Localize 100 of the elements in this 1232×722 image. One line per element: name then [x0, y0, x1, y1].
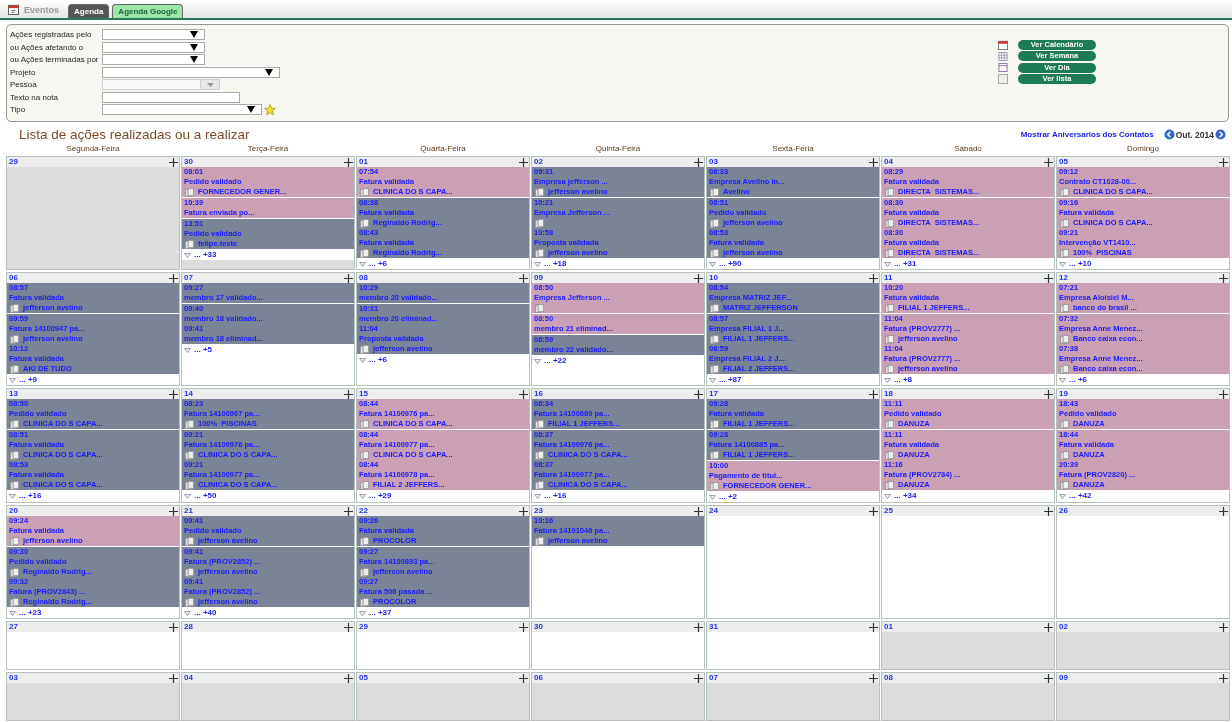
dropdown-field[interactable] [102, 54, 205, 65]
expand-icon[interactable] [359, 261, 366, 267]
add-icon[interactable] [1044, 673, 1053, 683]
dropdown-field[interactable] [102, 29, 205, 40]
add-icon[interactable] [1044, 622, 1053, 632]
day-number[interactable]: 27 [9, 622, 18, 632]
day-number[interactable]: 13 [9, 389, 18, 399]
expand-icon[interactable] [534, 261, 541, 267]
day-number[interactable]: 06 [534, 673, 543, 683]
more-events-link[interactable]: ... +10 [1069, 259, 1092, 269]
more-events-link[interactable]: ... +87 [719, 375, 742, 385]
day-number[interactable]: 30 [534, 622, 543, 632]
more-events-link[interactable]: ... +18 [544, 259, 567, 269]
more-events-link[interactable]: ... +37 [369, 608, 392, 618]
day-number[interactable]: 24 [709, 506, 718, 516]
day-number[interactable]: 07 [709, 673, 718, 683]
expand-icon[interactable] [534, 358, 541, 364]
add-icon[interactable] [519, 506, 528, 516]
day-number[interactable]: 03 [9, 673, 18, 683]
add-icon[interactable] [344, 273, 353, 283]
expand-icon[interactable] [534, 493, 541, 499]
more-events-link[interactable]: ... +5 [194, 345, 212, 355]
add-icon[interactable] [344, 506, 353, 516]
expand-icon[interactable] [184, 347, 191, 353]
day-number[interactable]: 08 [359, 273, 368, 283]
add-icon[interactable] [169, 157, 178, 167]
day-number[interactable]: 22 [359, 506, 368, 516]
day-number[interactable]: 01 [359, 157, 368, 167]
day-number[interactable]: 02 [1059, 622, 1068, 632]
expand-icon[interactable] [709, 377, 716, 383]
expand-icon[interactable] [359, 610, 366, 616]
day-number[interactable]: 21 [184, 506, 193, 516]
add-icon[interactable] [694, 622, 703, 632]
day-number[interactable]: 11 [884, 273, 893, 283]
birthdays-link[interactable]: Mostrar Aniversarios dos Contatos [1020, 130, 1154, 139]
add-icon[interactable] [1219, 389, 1228, 399]
expand-icon[interactable] [1059, 493, 1066, 499]
add-icon[interactable] [694, 273, 703, 283]
add-icon[interactable] [869, 273, 878, 283]
day-number[interactable]: 09 [534, 273, 543, 283]
tab[interactable]: Agenda Google [112, 4, 184, 18]
add-icon[interactable] [519, 157, 528, 167]
add-icon[interactable] [344, 389, 353, 399]
expand-icon[interactable] [9, 493, 16, 499]
more-events-link[interactable]: ... +40 [194, 608, 217, 618]
dropdown-field[interactable] [102, 104, 262, 115]
more-events-link[interactable]: ... +6 [369, 355, 387, 365]
add-icon[interactable] [694, 157, 703, 167]
more-events-link[interactable]: ... +23 [19, 608, 42, 618]
more-events-link[interactable]: ... +22 [544, 356, 567, 366]
add-icon[interactable] [694, 506, 703, 516]
day-number[interactable]: 14 [184, 389, 193, 399]
add-icon[interactable] [1044, 157, 1053, 167]
expand-icon[interactable] [1059, 261, 1066, 267]
add-icon[interactable] [344, 157, 353, 167]
more-events-link[interactable]: ... +42 [1069, 491, 1092, 501]
more-events-link[interactable]: ... +6 [1069, 375, 1087, 385]
add-icon[interactable] [169, 389, 178, 399]
more-events-link[interactable]: ... +16 [19, 491, 42, 501]
add-icon[interactable] [344, 673, 353, 683]
add-icon[interactable] [1219, 157, 1228, 167]
day-number[interactable]: 18 [884, 389, 893, 399]
day-number[interactable]: 03 [709, 157, 718, 167]
day-number[interactable]: 04 [184, 673, 193, 683]
more-events-link[interactable]: ... +50 [194, 491, 217, 501]
add-icon[interactable] [694, 389, 703, 399]
expand-icon[interactable] [9, 377, 16, 383]
day-number[interactable]: 08 [884, 673, 893, 683]
next-month-icon[interactable] [1215, 129, 1226, 140]
expand-icon[interactable] [709, 494, 716, 500]
note-text-field[interactable] [102, 91, 240, 103]
day-number[interactable]: 20 [9, 506, 18, 516]
more-events-link[interactable]: ... +8 [894, 375, 912, 385]
day-number[interactable]: 09 [1059, 673, 1068, 683]
day-number[interactable]: 12 [1059, 273, 1068, 283]
expand-icon[interactable] [884, 261, 891, 267]
more-events-link[interactable]: ... +29 [369, 491, 392, 501]
expand-icon[interactable] [884, 377, 891, 383]
expand-icon[interactable] [359, 493, 366, 499]
more-events-link[interactable]: ... +34 [894, 491, 917, 501]
dropdown-field[interactable] [102, 66, 280, 78]
expand-icon[interactable] [359, 357, 366, 363]
add-icon[interactable] [1219, 673, 1228, 683]
expand-icon[interactable] [184, 610, 191, 616]
add-icon[interactable] [869, 622, 878, 632]
add-icon[interactable] [1219, 506, 1228, 516]
expand-icon[interactable] [709, 261, 716, 267]
add-icon[interactable] [1219, 273, 1228, 283]
day-number[interactable]: 04 [884, 157, 893, 167]
more-events-link[interactable]: ... +16 [544, 491, 567, 501]
expand-icon[interactable] [184, 252, 191, 258]
day-number[interactable]: 15 [359, 389, 368, 399]
day-number[interactable]: 05 [1059, 157, 1068, 167]
add-icon[interactable] [169, 673, 178, 683]
star-icon[interactable] [264, 103, 276, 116]
add-icon[interactable] [169, 506, 178, 516]
add-icon[interactable] [519, 673, 528, 683]
day-number[interactable]: 25 [884, 506, 893, 516]
add-icon[interactable] [519, 273, 528, 283]
day-number[interactable]: 29 [9, 157, 18, 167]
